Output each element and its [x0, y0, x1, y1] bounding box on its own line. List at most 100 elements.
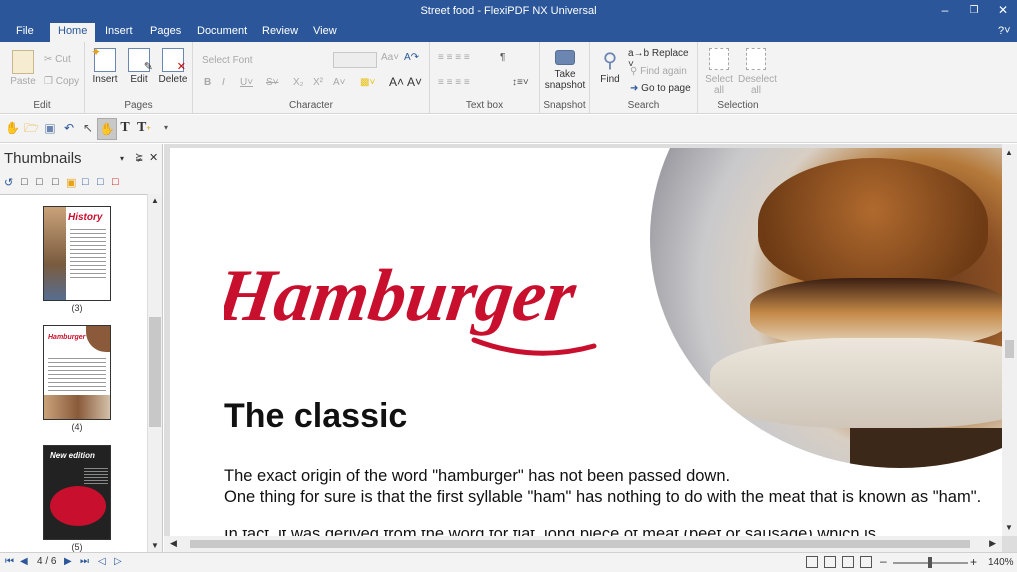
- font-select[interactable]: Select Font: [202, 55, 253, 66]
- thumb-text: [84, 468, 108, 486]
- pdf-page[interactable]: Hamburger The classic The exact origin o…: [170, 148, 1004, 536]
- group-label-snapshot: Snapshot: [543, 100, 586, 111]
- thumbnail-list: History (3) Hamburger (4) New edition (5…: [0, 194, 147, 552]
- pan-tool-icon[interactable]: ✋: [97, 118, 117, 140]
- text-direction-icon[interactable]: A↷: [404, 52, 419, 63]
- underline-icon[interactable]: U˅: [240, 77, 253, 88]
- previous-page-icon[interactable]: ◀: [20, 556, 28, 567]
- page-copy-icon[interactable]: □: [52, 176, 59, 188]
- back-icon[interactable]: ◁: [98, 556, 106, 567]
- continuous-view-icon[interactable]: [824, 556, 836, 568]
- strikethrough-icon[interactable]: S˅: [266, 77, 279, 88]
- tab-insert[interactable]: Insert: [105, 25, 133, 37]
- zoom-out-icon[interactable]: –: [880, 554, 887, 568]
- thumbnail-scrollbar[interactable]: ▲ ▼: [147, 194, 162, 552]
- paste-button[interactable]: Paste: [6, 50, 40, 87]
- insert-page-button[interactable]: ✦ Insert: [90, 45, 120, 85]
- font-scale-icon[interactable]: Aa˅: [381, 52, 399, 63]
- magnifier-icon: ⚲: [602, 50, 618, 72]
- textbox-format-icons[interactable]: ≡ ≡ ≡ ≡: [438, 52, 470, 63]
- scroll-down-icon[interactable]: ▼: [151, 541, 159, 550]
- two-page-view-icon[interactable]: [842, 556, 854, 568]
- grow-font-icon[interactable]: A˄: [389, 75, 404, 89]
- zoom-in-icon[interactable]: +: [970, 555, 977, 569]
- document-hscroll-thumb[interactable]: [190, 540, 970, 548]
- copy-button[interactable]: ❐ Copy: [44, 76, 79, 87]
- tab-review[interactable]: Review: [262, 25, 298, 37]
- tab-pages[interactable]: Pages: [150, 25, 181, 37]
- find-again-button[interactable]: ⚲ Find again: [630, 66, 687, 77]
- pin-icon[interactable]: ⪶: [135, 152, 143, 163]
- document-scroll-thumb[interactable]: [1005, 340, 1014, 358]
- zoom-level[interactable]: 140%: [988, 557, 1014, 568]
- subscript-icon[interactable]: X₂: [293, 77, 304, 88]
- help-icon[interactable]: ?˅: [998, 25, 1011, 37]
- next-page-icon[interactable]: ▶: [64, 556, 72, 567]
- go-to-page-button[interactable]: ➜ Go to page: [630, 83, 691, 94]
- scroll-up-icon[interactable]: ▲: [1005, 148, 1013, 157]
- thumb-photo: [86, 326, 110, 352]
- insert-page-thumb-icon[interactable]: □: [21, 176, 28, 188]
- tab-view[interactable]: View: [313, 25, 337, 37]
- page-delete-icon[interactable]: □: [112, 176, 119, 188]
- superscript-icon[interactable]: X²: [313, 77, 323, 88]
- last-page-icon[interactable]: ⏭: [80, 556, 89, 567]
- scroll-down-icon[interactable]: ▼: [1005, 523, 1013, 532]
- add-text-icon[interactable]: T+: [137, 121, 151, 135]
- cut-button[interactable]: ✂ Cut: [44, 54, 71, 65]
- restore-icon[interactable]: ❐: [964, 5, 984, 16]
- delete-page-button[interactable]: ✕ Delete: [157, 48, 189, 85]
- select-all-button[interactable]: Select all: [703, 48, 735, 96]
- paragraph-icon[interactable]: ¶: [500, 52, 505, 63]
- bold-icon[interactable]: B: [204, 77, 211, 88]
- scroll-left-icon[interactable]: ◀: [170, 538, 177, 549]
- line-spacing-icon[interactable]: ↕≡˅: [512, 77, 529, 88]
- minimize-icon[interactable]: –: [935, 3, 955, 17]
- document-vertical-scrollbar[interactable]: ▲ ▼: [1002, 144, 1017, 536]
- close-icon[interactable]: ✕: [993, 3, 1013, 17]
- rotate-icon[interactable]: ↺: [4, 176, 13, 189]
- shrink-font-icon[interactable]: A˅: [407, 75, 422, 89]
- scroll-right-icon[interactable]: ▶: [989, 538, 996, 549]
- thumb-title: History: [68, 212, 103, 223]
- page-move-icon[interactable]: □: [82, 176, 89, 188]
- hand-tool-icon[interactable]: ✋: [5, 121, 20, 135]
- scroll-up-icon[interactable]: ▲: [151, 196, 159, 205]
- font-size-select[interactable]: [333, 52, 377, 68]
- italic-icon[interactable]: I: [222, 77, 225, 88]
- thumbnail-page-3[interactable]: History: [43, 206, 111, 301]
- text-tool-icon[interactable]: T: [118, 121, 132, 135]
- highlight-icon[interactable]: ▩˅: [360, 77, 375, 88]
- deselect-all-button[interactable]: Deselect all: [738, 48, 777, 96]
- forward-icon[interactable]: ▷: [114, 556, 122, 567]
- tab-home[interactable]: Home: [50, 23, 96, 42]
- document-horizontal-scrollbar[interactable]: ◀ ▶: [164, 536, 1002, 552]
- first-page-icon[interactable]: ⏮: [5, 556, 14, 567]
- zoom-slider-handle[interactable]: [928, 557, 932, 568]
- open-folder-icon[interactable]: 🗁: [24, 121, 39, 135]
- thumbnail-scroll-thumb[interactable]: [149, 317, 161, 427]
- tab-file[interactable]: File: [16, 25, 34, 37]
- panel-menu-icon[interactable]: ▾: [120, 154, 124, 163]
- panel-close-icon[interactable]: ✕: [149, 151, 158, 164]
- group-textbox: ≡ ≡ ≡ ≡ ¶ ≡ ≡ ≡ ≡ ↕≡˅ Text box: [430, 42, 540, 114]
- align-icons[interactable]: ≡ ≡ ≡ ≡: [438, 77, 470, 88]
- customize-toolbar-icon[interactable]: ▾: [159, 121, 173, 135]
- single-page-view-icon[interactable]: [806, 556, 818, 568]
- thumbnail-page-4[interactable]: Hamburger: [43, 325, 111, 420]
- fit-width-icon[interactable]: [860, 556, 872, 568]
- edit-page-button[interactable]: ✎ Edit: [125, 48, 153, 85]
- pointer-icon[interactable]: ↖: [81, 121, 95, 135]
- find-button[interactable]: ⚲ Find: [595, 48, 625, 85]
- font-color-icon[interactable]: A˅: [333, 77, 346, 88]
- extract-page-icon[interactable]: □: [36, 176, 43, 188]
- take-snapshot-button[interactable]: Take snapshot: [543, 50, 587, 91]
- undo-icon[interactable]: ↶: [62, 121, 76, 135]
- tab-document[interactable]: Document: [197, 25, 247, 37]
- page-duplicate-icon[interactable]: □: [97, 176, 104, 188]
- save-icon[interactable]: ▣: [43, 121, 57, 135]
- thumbnail-page-5[interactable]: New edition: [43, 445, 111, 540]
- page-indicator[interactable]: 4 / 6: [37, 556, 56, 567]
- page-import-icon[interactable]: ▣: [66, 176, 76, 189]
- insert-page-icon: ✦: [91, 45, 116, 72]
